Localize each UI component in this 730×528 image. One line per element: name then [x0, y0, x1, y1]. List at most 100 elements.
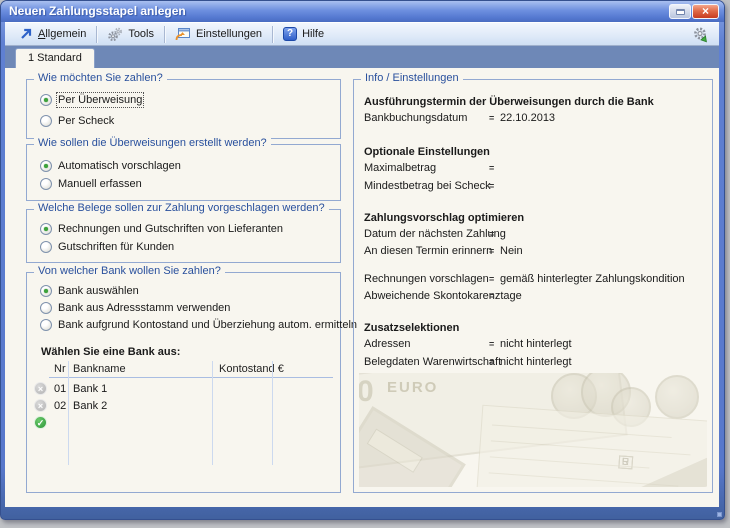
- info-label: Adressen: [364, 338, 410, 350]
- bank-name: Bank 2: [73, 400, 107, 412]
- toolbar-separator: [164, 26, 165, 43]
- equals-icon: =: [489, 339, 494, 349]
- deselected-icon: ×: [34, 399, 47, 412]
- radio-label: Rechnungen und Gutschriften von Lieferan…: [58, 223, 283, 235]
- equals-icon: =: [489, 113, 494, 123]
- radio-icon: [40, 94, 52, 106]
- info-label: Rechnungen vorschlagen: [364, 273, 489, 285]
- equals-icon: =: [489, 163, 494, 173]
- maximize-icon: [676, 9, 685, 15]
- info-label: Datum der nächsten Zahlung: [364, 228, 506, 240]
- col-header-kontostand[interactable]: Kontostand €: [219, 363, 284, 375]
- toolbar: Allgemein Tools: [5, 22, 719, 46]
- tab-strip: 1 Standard: [5, 46, 719, 68]
- close-icon: ×: [702, 4, 709, 18]
- info-label: Mindestbetrag bei Scheck: [364, 180, 491, 192]
- euro-money-watermark: 0 EURO EUR: [359, 373, 707, 487]
- hilfe-button[interactable]: ? Hilfe: [275, 24, 332, 44]
- allgemein-button[interactable]: Allgemein: [11, 24, 94, 44]
- tab-page: Wie möchten Sie zahlen? Per Überweisung …: [5, 68, 719, 507]
- radio-label: Automatisch vorschlagen: [58, 160, 181, 172]
- radio-icon: [40, 302, 52, 314]
- toolbar-separator: [96, 26, 97, 43]
- tools-button[interactable]: Tools: [99, 24, 162, 44]
- help-icon: ?: [283, 27, 297, 41]
- equals-icon: =: [489, 246, 494, 256]
- banknote-zero-text: 0: [359, 375, 374, 409]
- equals-icon: =: [489, 357, 494, 367]
- equals-icon: =: [489, 181, 494, 191]
- column-divider: [68, 361, 69, 465]
- info-row-maximalbetrag: Maximalbetrag =: [364, 162, 704, 176]
- radio-per-ueberweisung[interactable]: Per Überweisung: [40, 94, 142, 106]
- bank-row-2[interactable]: × 02 Bank 2: [34, 398, 333, 413]
- radio-label: Per Überweisung: [58, 94, 142, 106]
- radio-icon: [40, 178, 52, 190]
- radio-automatisch[interactable]: Automatisch vorschlagen: [40, 160, 181, 172]
- info-heading-zusatzselektionen: Zusatzselektionen: [364, 322, 459, 334]
- info-label: Maximalbetrag: [364, 162, 436, 174]
- close-button[interactable]: ×: [692, 4, 719, 19]
- column-divider: [212, 361, 213, 465]
- info-heading-optionale: Optionale Einstellungen: [364, 146, 490, 158]
- bank-nr: 01: [54, 383, 66, 395]
- toolbar-separator: [272, 26, 273, 43]
- tab-standard[interactable]: 1 Standard: [15, 48, 95, 68]
- radio-label: Per Scheck: [58, 115, 114, 127]
- coin-watermark: [655, 375, 699, 419]
- banknote-euro-text: EURO: [387, 379, 438, 396]
- radio-gutschriften-kunden[interactable]: Gutschriften für Kunden: [40, 241, 174, 253]
- bank-row-new[interactable]: ✓: [34, 415, 47, 430]
- resize-grip[interactable]: [717, 512, 722, 517]
- tab-standard-label: 1 Standard: [28, 52, 82, 64]
- radio-icon: [40, 115, 52, 127]
- equals-icon: =: [489, 291, 494, 301]
- bank-row-1[interactable]: × 01 Bank 1: [34, 381, 333, 396]
- group-pay-method-title: Wie möchten Sie zahlen?: [34, 72, 167, 84]
- bank-nr: 02: [54, 400, 66, 412]
- radio-label: Gutschriften für Kunden: [58, 241, 174, 253]
- radio-rechnungen-lieferanten[interactable]: Rechnungen und Gutschriften von Lieferan…: [40, 223, 283, 235]
- tools-label: Tools: [128, 28, 154, 40]
- info-row-skontokarenztage: Abweichende Skontokarenztage =: [364, 290, 704, 304]
- bank-select-label: Wählen Sie eine Bank aus:: [41, 346, 180, 358]
- group-bank-selection-title: Von welcher Bank wollen Sie zahlen?: [34, 265, 225, 277]
- info-row-bankbuchungsdatum: Bankbuchungsdatum = 22.10.2013: [364, 112, 704, 126]
- info-value: Nein: [500, 245, 523, 257]
- col-header-bankname[interactable]: Bankname: [73, 363, 126, 375]
- dialog-window: Neuen Zahlungsstapel anlegen × Allgemein: [0, 0, 725, 520]
- info-row-belegdaten: Belegdaten Warenwirtschaft = nicht hinte…: [364, 356, 704, 370]
- hilfe-label: Hilfe: [302, 28, 324, 40]
- info-heading-zahlungsvorschlag: Zahlungsvorschlag optimieren: [364, 212, 524, 224]
- run-gear-button[interactable]: [692, 26, 710, 44]
- info-row-rechnungen-vorschlagen: Rechnungen vorschlagen = gemäß hinterleg…: [364, 273, 704, 287]
- radio-bank-kontostand[interactable]: Bank aufgrund Kontostand und Überziehung…: [40, 319, 357, 331]
- client-area: Allgemein Tools: [5, 22, 719, 507]
- radio-bank-auswaehlen[interactable]: Bank auswählen: [40, 285, 139, 297]
- info-label: Abweichende Skontokarenztage: [364, 290, 522, 302]
- radio-manuell[interactable]: Manuell erfassen: [40, 178, 142, 190]
- group-bank-selection: Von welcher Bank wollen Sie zahlen? Bank…: [26, 272, 341, 493]
- info-label: Bankbuchungsdatum: [364, 112, 467, 124]
- radio-label: Bank auswählen: [58, 285, 139, 297]
- einstellungen-label: Einstellungen: [196, 28, 262, 40]
- radio-icon: [40, 319, 52, 331]
- einstellungen-button[interactable]: Einstellungen: [167, 24, 270, 44]
- title-bar[interactable]: Neuen Zahlungsstapel anlegen: [1, 1, 724, 22]
- group-info-einstellungen: Info / Einstellungen Ausführungstermin d…: [353, 79, 713, 493]
- confirm-icon: ✓: [34, 416, 47, 429]
- radio-bank-adressstamm[interactable]: Bank aus Adressstamm verwenden: [40, 302, 230, 314]
- info-value: nicht hinterlegt: [500, 338, 572, 350]
- radio-per-scheck[interactable]: Per Scheck: [40, 115, 114, 127]
- table-header-underline: [49, 377, 333, 378]
- radio-label: Bank aus Adressstamm verwenden: [58, 302, 230, 314]
- info-value: 22.10.2013: [500, 112, 555, 124]
- info-label: An diesen Termin erinnern: [364, 245, 492, 257]
- deselected-icon: ×: [34, 382, 47, 395]
- col-header-nr[interactable]: Nr: [54, 363, 66, 375]
- radio-label: Bank aufgrund Kontostand und Überziehung…: [58, 319, 357, 331]
- info-row-adressen: Adressen = nicht hinterlegt: [364, 338, 704, 352]
- maximize-button[interactable]: [669, 4, 691, 19]
- radio-icon: [40, 241, 52, 253]
- radio-icon: [40, 160, 52, 172]
